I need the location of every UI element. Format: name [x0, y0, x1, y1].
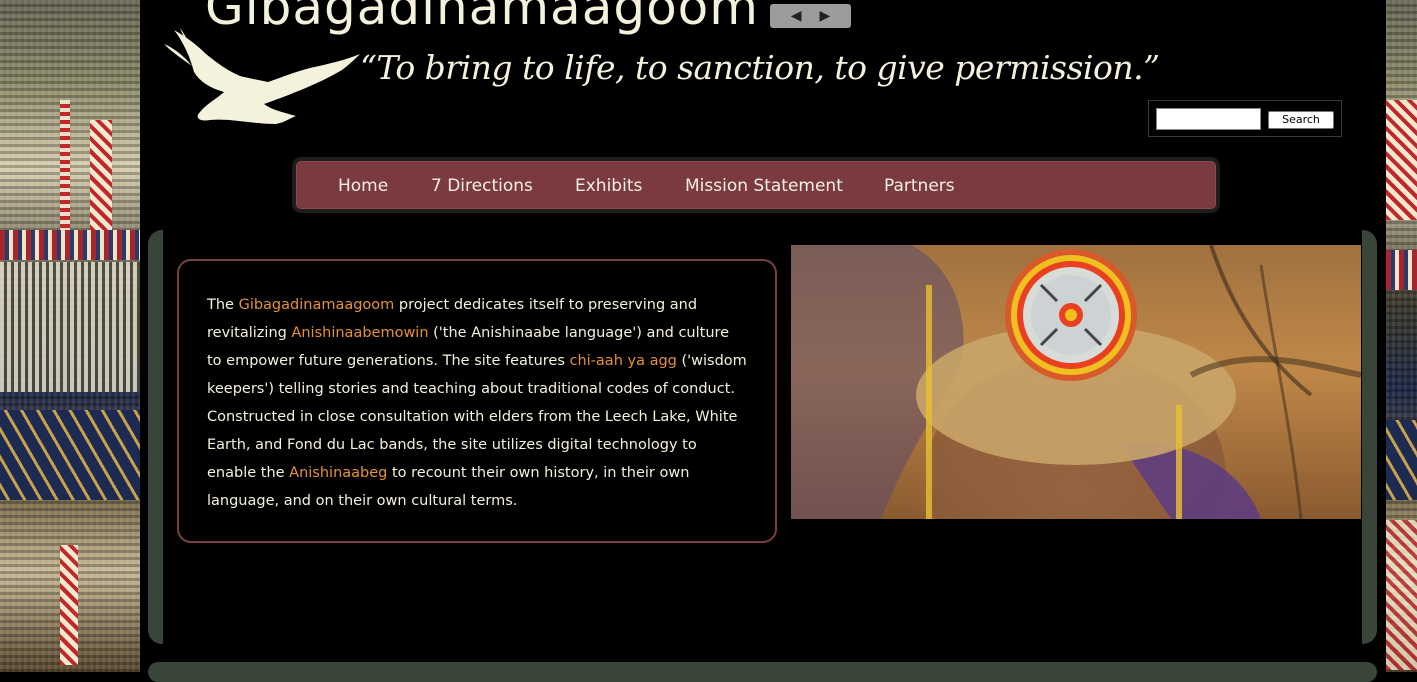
bead-stripe: [1386, 100, 1417, 220]
link-chi-aah-ya-agg[interactable]: chi-aah ya agg: [570, 353, 677, 369]
bead-band: [0, 230, 140, 260]
footer-panel-border: [148, 662, 1377, 682]
intro-box: The Gibagadinamaagoom project dedicates …: [177, 259, 777, 543]
triangle-right-icon[interactable]: ▶: [820, 8, 831, 24]
beadwork-border-right: [1386, 0, 1417, 672]
link-anishinaabemowin[interactable]: Anishinaabemowin: [291, 325, 428, 341]
bead-stripe: [90, 120, 112, 230]
bead-stripe: [60, 545, 78, 665]
hero-illustration: [791, 245, 1361, 519]
bead-band: [1386, 250, 1417, 290]
link-anishinaabeg[interactable]: Anishinaabeg: [289, 465, 387, 481]
search-input[interactable]: [1156, 108, 1261, 130]
nav-item-mission-statement[interactable]: Mission Statement: [685, 176, 843, 196]
intro-text-segment: ('wisdom keepers') telling stories and t…: [207, 353, 747, 481]
search-button[interactable]: Search: [1268, 111, 1334, 129]
eagle-logo-icon[interactable]: [160, 26, 362, 130]
search-form: Search: [1148, 100, 1342, 137]
main-nav: Home 7 Directions Exhibits Mission State…: [292, 157, 1220, 213]
slider-controls: ◀ ▶: [770, 4, 851, 28]
nav-item-partners[interactable]: Partners: [884, 176, 955, 196]
site-tagline: “To bring to life, to sanction, to give …: [360, 48, 1160, 87]
bead-band: [0, 410, 140, 500]
nav-item-exhibits[interactable]: Exhibits: [575, 176, 642, 196]
nav-item-7-directions[interactable]: 7 Directions: [431, 176, 533, 196]
bead-band: [1386, 420, 1417, 500]
intro-text: The Gibagadinamaagoom project dedicates …: [207, 291, 747, 515]
bead-stripe: [1386, 520, 1417, 670]
link-gibagadinamaagoom[interactable]: Gibagadinamaagoom: [239, 297, 395, 313]
triangle-left-icon[interactable]: ◀: [791, 8, 802, 24]
beadwork-border-left: [0, 0, 140, 672]
hero-image: [791, 245, 1361, 519]
intro-text-segment: The: [207, 297, 239, 313]
bead-fringe: [0, 262, 140, 392]
nav-item-home[interactable]: Home: [338, 176, 388, 196]
